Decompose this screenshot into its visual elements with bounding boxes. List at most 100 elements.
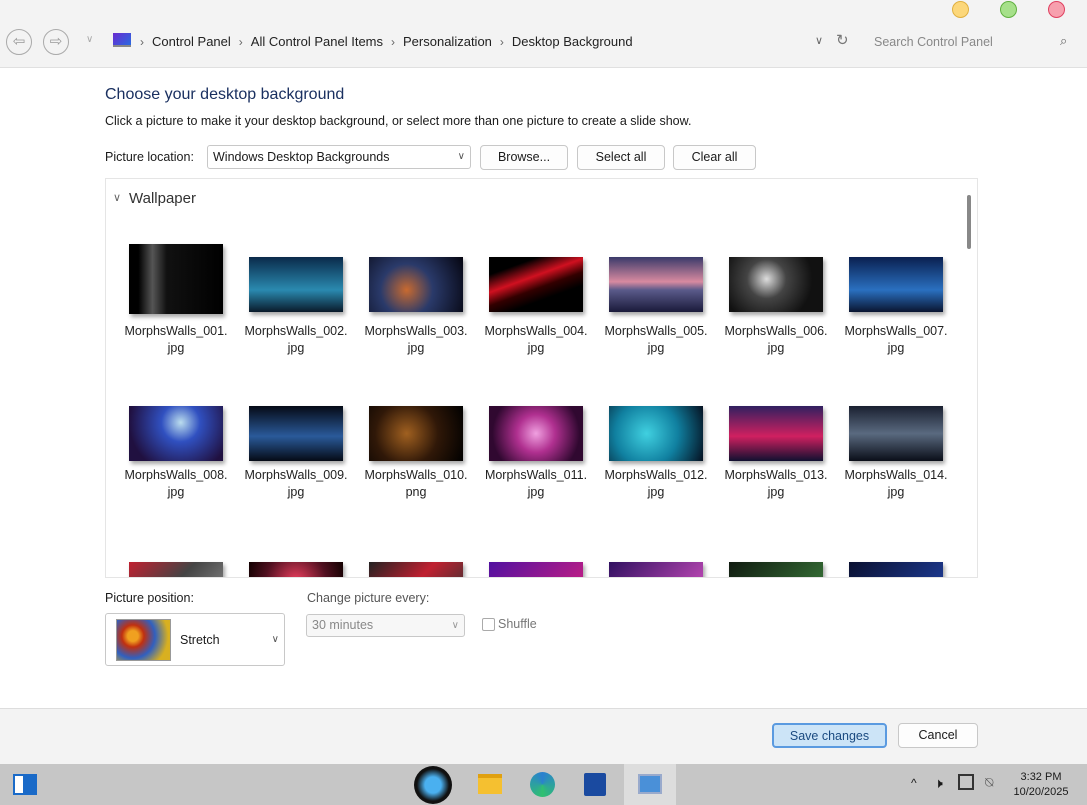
- volume-muted-icon[interactable]: 🕨: [934, 775, 943, 792]
- wallpaper-thumbnail[interactable]: [249, 562, 343, 577]
- filename-base: MorphsWalls_004.: [484, 324, 588, 338]
- forward-button[interactable]: ⇨: [43, 29, 69, 55]
- wallpaper-filename[interactable]: MorphsWalls_012. jpg: [601, 467, 711, 501]
- collapse-group-icon[interactable]: ∨: [113, 191, 121, 204]
- change-interval-select[interactable]: 30 minutes ∨: [306, 614, 465, 637]
- wallpaper-filename[interactable]: MorphsWalls_011. jpg: [481, 467, 591, 501]
- filename-ext: jpg: [887, 341, 905, 355]
- wallpaper-thumbnail[interactable]: [249, 257, 343, 312]
- network-icon[interactable]: [958, 774, 974, 790]
- chevron-down-icon: ∨: [271, 634, 279, 645]
- wallpaper-filename[interactable]: MorphsWalls_004.jpg: [481, 323, 591, 357]
- clock[interactable]: 3:32 PM 10/20/2025: [1010, 770, 1072, 800]
- filename-base: MorphsWalls_010.: [364, 468, 468, 482]
- browse-button[interactable]: Browse...: [480, 145, 568, 170]
- wallpaper-filename[interactable]: MorphsWalls_002. jpg: [241, 323, 351, 357]
- filename-ext: png: [405, 485, 427, 499]
- shuffle-checkbox[interactable]: [482, 618, 495, 631]
- back-button[interactable]: ⇦: [6, 29, 32, 55]
- filename-ext: jpg: [647, 485, 665, 499]
- wallpaper-thumbnail[interactable]: [729, 257, 823, 312]
- wallpaper-filename[interactable]: MorphsWalls_005.jpg: [601, 323, 711, 357]
- filename-base: MorphsWalls_007.: [844, 324, 948, 338]
- save-changes-button[interactable]: Save changes: [772, 723, 887, 748]
- wallpaper-thumbnail[interactable]: [609, 406, 703, 461]
- wallpaper-filename[interactable]: MorphsWalls_013.jpg: [721, 467, 831, 501]
- refresh-icon[interactable]: ↻: [836, 31, 849, 49]
- title-bar: ⇦ ⇨ ∨ › Control Panel › All Control Panel …: [0, 0, 1087, 68]
- wallpaper-thumbnail[interactable]: [849, 406, 943, 461]
- wallpaper-thumbnail[interactable]: [129, 406, 223, 461]
- control-panel-icon: [638, 774, 662, 794]
- wallpaper-filename[interactable]: MorphsWalls_001. jpg: [121, 323, 231, 357]
- show-hidden-icons-chevron[interactable]: ^: [911, 776, 917, 790]
- wallpaper-filename[interactable]: MorphsWalls_010.png: [361, 467, 471, 501]
- wallpaper-thumbnail[interactable]: [129, 244, 223, 314]
- close-button[interactable]: [1048, 1, 1065, 18]
- filename-ext: jpg: [407, 341, 425, 355]
- picture-location-select[interactable]: Windows Desktop Backgrounds ∨: [207, 145, 471, 169]
- wallpaper-filename[interactable]: MorphsWalls_003. jpg: [361, 323, 471, 357]
- breadcrumb-item[interactable]: All Control Panel Items: [251, 34, 383, 49]
- filename-base: MorphsWalls_005.: [604, 324, 708, 338]
- address-dropdown-icon[interactable]: ∨: [815, 34, 823, 47]
- filename-ext: jpg: [527, 341, 545, 355]
- breadcrumb: › Control Panel › All Control Panel Items …: [140, 34, 633, 49]
- minimize-button[interactable]: [952, 1, 969, 18]
- filename-ext: jpg: [767, 485, 785, 499]
- clear-all-button[interactable]: Clear all: [673, 145, 756, 170]
- notifications-off-icon[interactable]: ⍉: [985, 774, 993, 791]
- wallpaper-filename[interactable]: MorphsWalls_006. jpg: [721, 323, 831, 357]
- shuffle-label: Shuffle: [498, 617, 537, 631]
- wallpaper-thumbnail[interactable]: [609, 257, 703, 312]
- widgets-icon[interactable]: [13, 774, 37, 795]
- group-header[interactable]: Wallpaper: [129, 190, 196, 207]
- wallpaper-thumbnail[interactable]: [849, 562, 943, 577]
- file-explorer-icon[interactable]: [478, 774, 502, 794]
- filename-ext: jpg: [167, 485, 185, 499]
- change-interval-value: 30 minutes: [312, 618, 374, 632]
- maximize-button[interactable]: [1000, 1, 1017, 18]
- picture-position-label: Picture position:: [105, 591, 194, 605]
- breadcrumb-item[interactable]: Personalization: [403, 34, 492, 49]
- edge-icon[interactable]: [530, 772, 555, 797]
- control-panel-icon: [113, 33, 131, 47]
- search-input[interactable]: Search Control Panel: [862, 30, 1082, 54]
- wallpaper-thumbnail[interactable]: [849, 257, 943, 312]
- filename-base: MorphsWalls_013.: [724, 468, 828, 482]
- filename-ext: jpg: [887, 485, 905, 499]
- breadcrumb-item[interactable]: Control Panel: [152, 34, 231, 49]
- filename-ext: jpg: [287, 485, 305, 499]
- wallpaper-thumbnail[interactable]: [489, 562, 583, 577]
- wallpaper-thumbnail[interactable]: [369, 406, 463, 461]
- wallpaper-thumbnail[interactable]: [369, 257, 463, 312]
- breadcrumb-item[interactable]: Desktop Background: [512, 34, 633, 49]
- cancel-button[interactable]: Cancel: [898, 723, 978, 748]
- recent-locations-chevron-icon[interactable]: ∨: [86, 34, 93, 45]
- alienware-icon[interactable]: [414, 766, 452, 804]
- picture-position-select[interactable]: Stretch ∨: [105, 613, 285, 666]
- wallpaper-filename[interactable]: MorphsWalls_014. jpg: [841, 467, 951, 501]
- position-preview-image: [116, 619, 171, 661]
- clock-date: 10/20/2025: [1013, 786, 1069, 798]
- wallpaper-thumbnail[interactable]: [129, 562, 223, 577]
- wallpaper-thumbnail[interactable]: [729, 562, 823, 577]
- wallpaper-filename[interactable]: MorphsWalls_008. jpg: [121, 467, 231, 501]
- filename-ext: jpg: [647, 341, 665, 355]
- wallpaper-thumbnail[interactable]: [489, 406, 583, 461]
- store-icon[interactable]: [584, 773, 606, 796]
- search-icon[interactable]: ⌕: [1060, 33, 1067, 49]
- wallpaper-thumbnail[interactable]: [729, 406, 823, 461]
- filename-base: MorphsWalls_011.: [484, 468, 588, 482]
- select-all-button[interactable]: Select all: [577, 145, 665, 170]
- wallpaper-thumbnail[interactable]: [609, 562, 703, 577]
- taskbar: ^ 🕨 ⍉ 3:32 PM 10/20/2025: [0, 764, 1087, 805]
- wallpaper-thumbnail[interactable]: [489, 257, 583, 312]
- wallpaper-thumbnail[interactable]: [249, 406, 343, 461]
- wallpaper-filename[interactable]: MorphsWalls_009. jpg: [241, 467, 351, 501]
- scrollbar-thumb[interactable]: [967, 195, 971, 249]
- page-subtitle: Click a picture to make it your desktop …: [105, 114, 692, 128]
- control-panel-taskbar-button[interactable]: [624, 764, 676, 805]
- wallpaper-filename[interactable]: MorphsWalls_007.jpg: [841, 323, 951, 357]
- wallpaper-thumbnail[interactable]: [369, 562, 463, 577]
